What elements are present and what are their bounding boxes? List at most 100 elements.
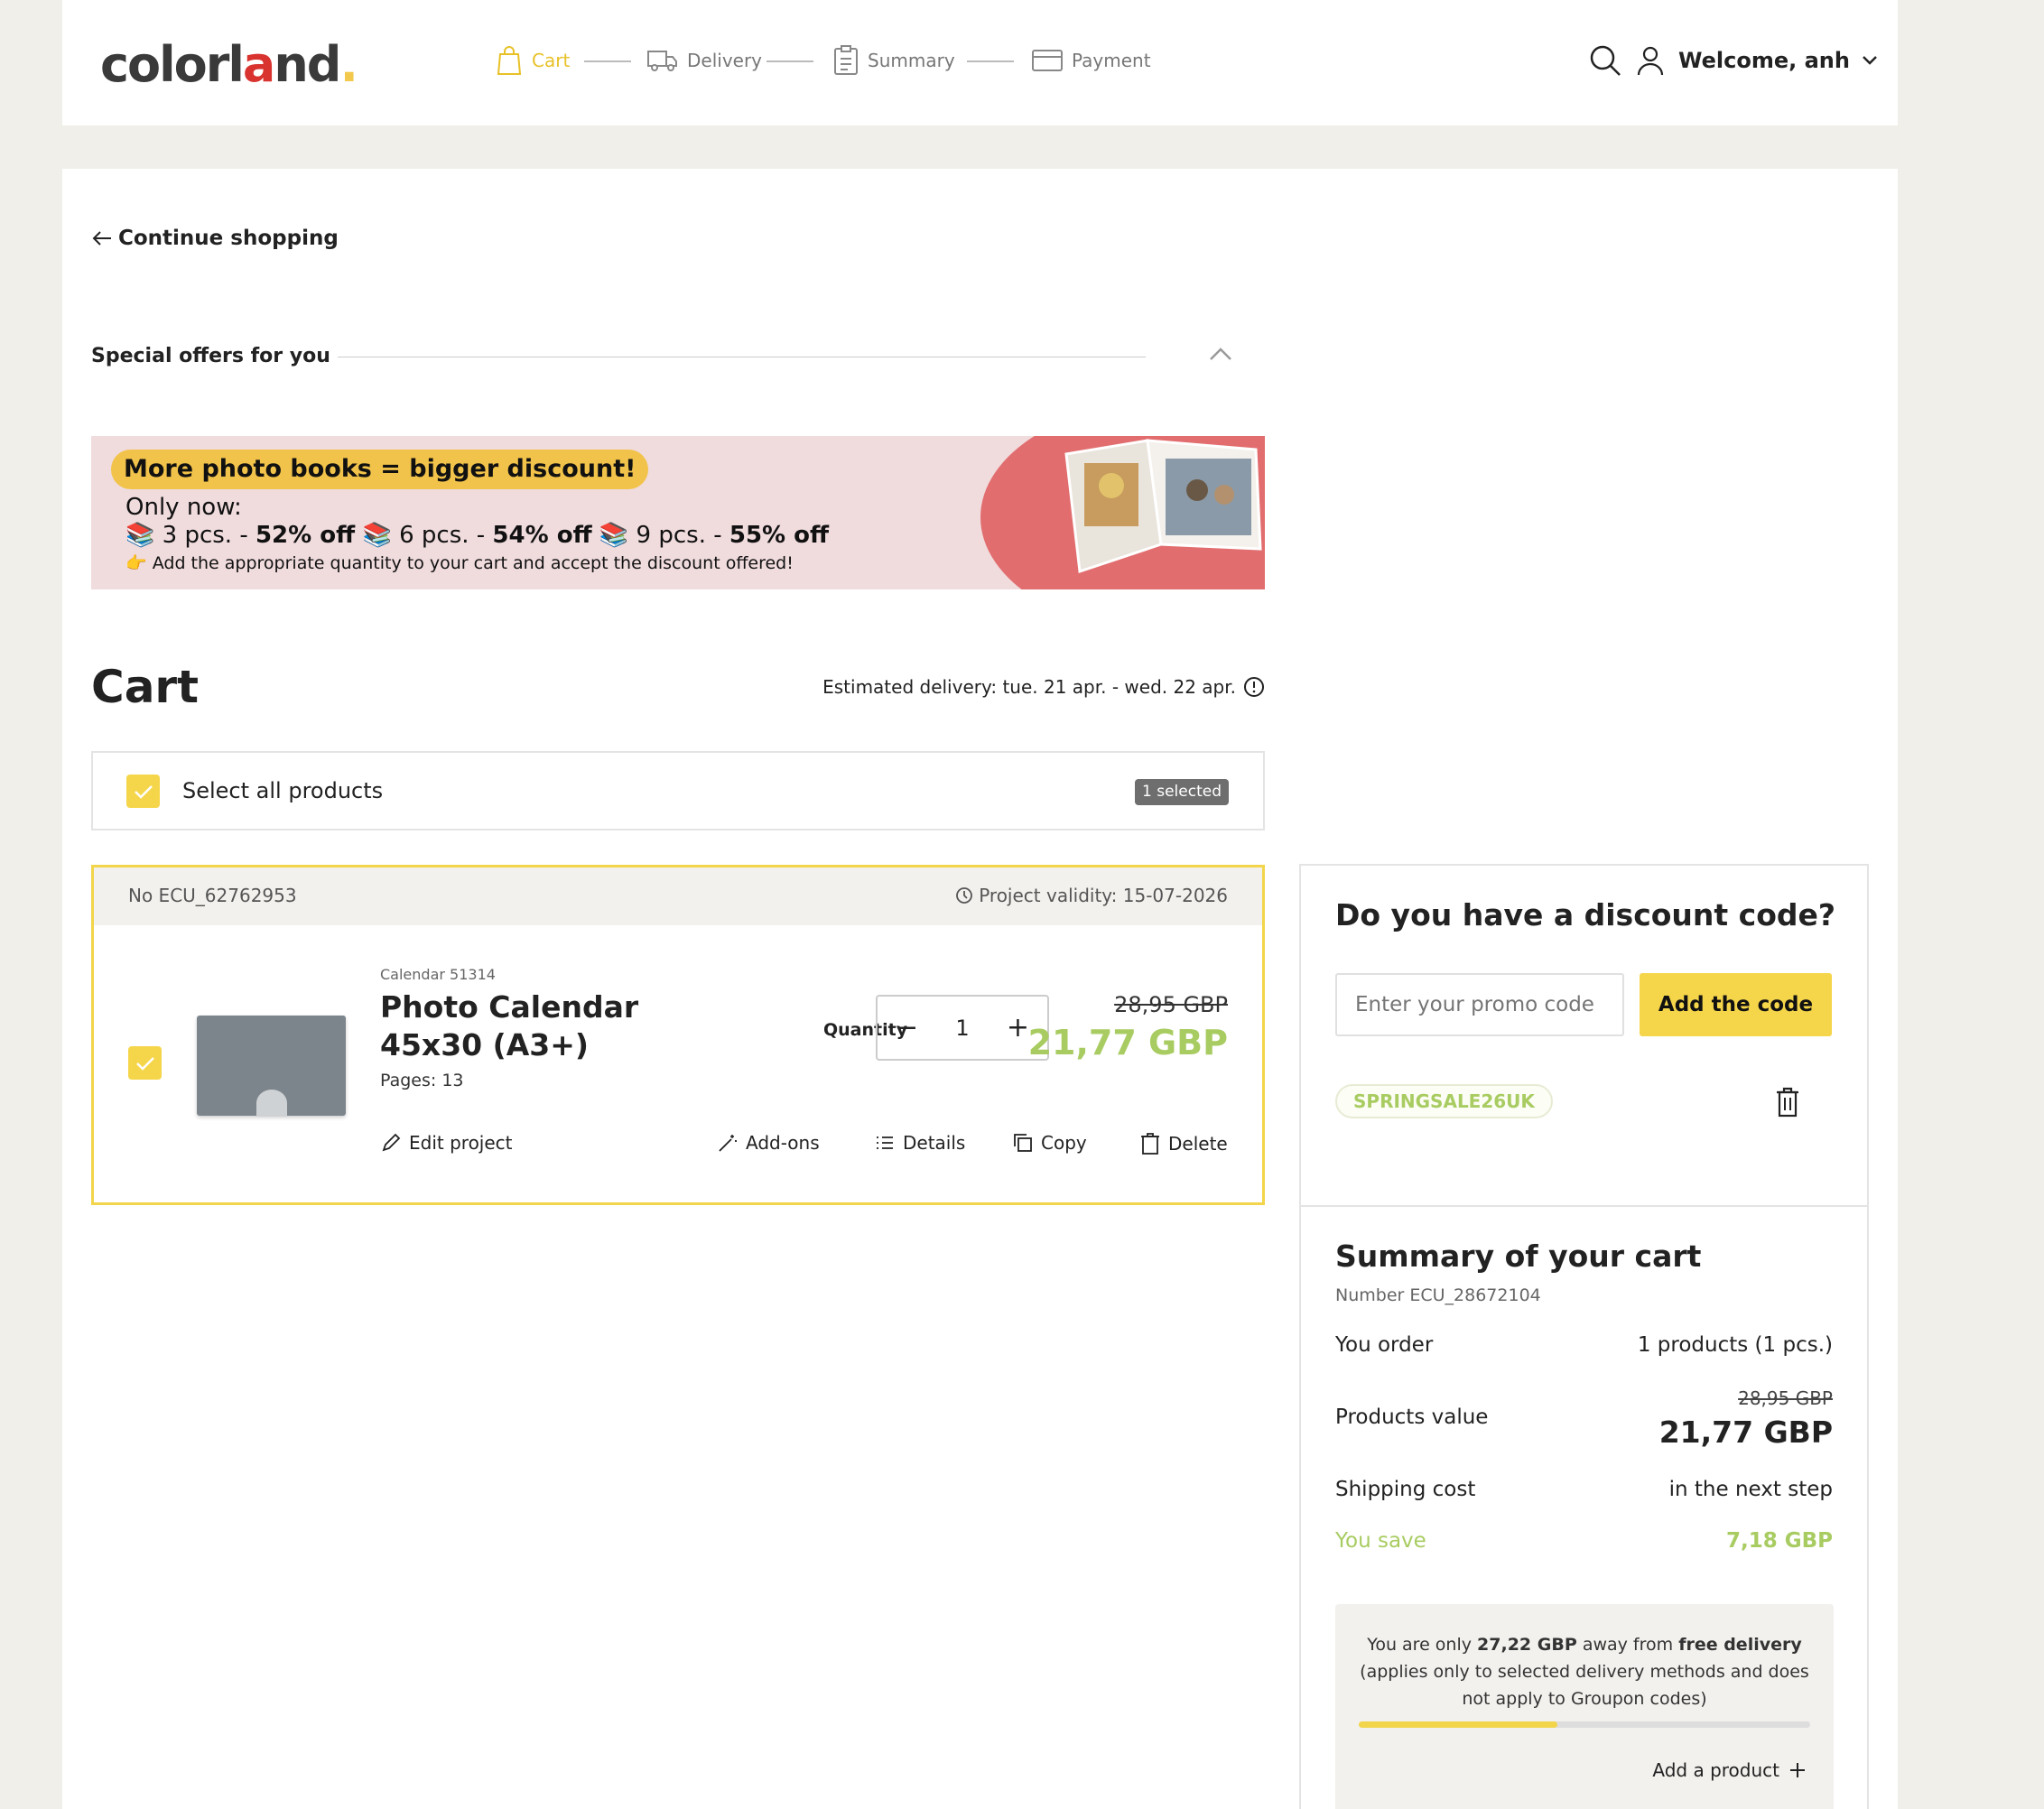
photo-book-image <box>1064 439 1262 574</box>
delete-label: Delete <box>1168 1133 1228 1155</box>
shipping-value: in the next step <box>1668 1478 1833 1501</box>
info-icon[interactable] <box>1243 676 1265 698</box>
select-all-checkbox[interactable] <box>126 775 160 808</box>
add-ons-label: Add-ons <box>746 1132 820 1154</box>
promo-code-input[interactable] <box>1335 973 1624 1036</box>
trash-icon[interactable] <box>1775 1087 1800 1118</box>
step-cart[interactable]: Cart <box>496 45 570 76</box>
summary-shipping-row: Shipping cost in the next step <box>1335 1478 1833 1501</box>
continue-shopping-link[interactable]: Continue shopping <box>91 227 339 250</box>
credit-card-icon <box>1032 50 1063 71</box>
banner-tiers: 📚 3 pcs. - 52% off 📚 6 pcs. - 54% off 📚 … <box>125 522 830 549</box>
details-label: Details <box>903 1132 966 1154</box>
summary-order-row: You order 1 products (1 pcs.) <box>1335 1333 1833 1357</box>
quantity-decrease-button[interactable]: − <box>896 1012 918 1044</box>
free-delivery-progress <box>1359 1721 1810 1728</box>
quantity-value[interactable]: 1 <box>955 1016 969 1041</box>
copy-button[interactable]: Copy <box>1012 1132 1087 1154</box>
products-value: 21,77 GBP <box>1658 1415 1833 1450</box>
quantity-stepper: − 1 + <box>876 995 1049 1061</box>
add-product-label: Add a product <box>1652 1759 1779 1781</box>
order-label: You order <box>1335 1333 1434 1357</box>
clipboard-icon <box>834 45 858 75</box>
edit-project-button[interactable]: Edit project <box>380 1132 513 1154</box>
step-payment[interactable]: Payment <box>1032 45 1151 76</box>
details-button[interactable]: Details <box>874 1132 965 1154</box>
chevron-down-icon[interactable] <box>1861 54 1879 67</box>
step-summary[interactable]: Summary <box>833 45 955 76</box>
pencil-icon <box>382 1133 401 1152</box>
copy-icon <box>1014 1134 1032 1152</box>
quantity-increase-button[interactable]: + <box>1007 1012 1029 1044</box>
applied-promo-code: SPRINGSALE26UK <box>1335 1084 1553 1118</box>
estimated-delivery: Estimated delivery: tue. 21 apr. - wed. … <box>822 676 1265 698</box>
colorland-logo[interactable]: colorland. <box>100 36 358 93</box>
thumbnail-decoration <box>256 1090 287 1117</box>
summary-number: Number ECU_28672104 <box>1335 1285 1541 1305</box>
arrow-left-icon <box>92 231 111 246</box>
project-validity-text: Project validity: 15-07-2026 <box>979 885 1228 906</box>
edit-project-label: Edit project <box>409 1132 513 1154</box>
discount-title: Do you have a discount code? <box>1335 897 1836 932</box>
check-icon <box>135 1056 154 1071</box>
books-icon: 📚 <box>599 522 629 549</box>
item-checkbox[interactable] <box>128 1046 162 1080</box>
magic-wand-icon <box>719 1135 737 1152</box>
shipping-label: Shipping cost <box>1335 1478 1476 1501</box>
check-icon <box>134 784 153 799</box>
cart-title: Cart <box>91 661 199 713</box>
cart-summary-card: Summary of your cart Number ECU_28672104… <box>1299 1205 1869 1809</box>
list-icon <box>877 1136 893 1149</box>
pointing-hand-icon: 👉 <box>125 553 147 573</box>
trash-icon <box>1141 1133 1159 1155</box>
current-price: 21,77 GBP <box>1027 1023 1228 1062</box>
add-product-button[interactable]: Add a product <box>1652 1759 1807 1781</box>
books-icon: 📚 <box>125 522 155 549</box>
step-divider <box>584 60 631 62</box>
special-offers-title: Special offers for you <box>91 345 330 367</box>
estimated-delivery-text: Estimated delivery: tue. 21 apr. - wed. … <box>822 676 1236 698</box>
progress-fill <box>1359 1721 1557 1728</box>
search-icon[interactable] <box>1588 43 1622 78</box>
step-cart-label: Cart <box>532 50 571 71</box>
step-delivery-label: Delivery <box>687 50 763 71</box>
bag-icon <box>497 46 522 75</box>
promo-banner[interactable]: More photo books = bigger discount! Only… <box>91 436 1265 589</box>
product-pages: Pages: 13 <box>380 1071 464 1090</box>
add-ons-button[interactable]: Add-ons <box>717 1132 820 1154</box>
project-validity: Project validity: 15-07-2026 <box>955 885 1228 906</box>
old-price: 28,95 GBP <box>1114 992 1228 1017</box>
clock-icon <box>956 887 973 904</box>
products-old-value: 28,95 GBP <box>1738 1387 1833 1409</box>
order-value: 1 products (1 pcs.) <box>1637 1333 1833 1357</box>
select-all-row: Select all products 1 selected <box>91 751 1265 830</box>
welcome-menu[interactable]: Welcome, anh <box>1678 48 1850 73</box>
banner-headline: More photo books = bigger discount! <box>111 450 649 489</box>
free-delivery-box: You are only 27,22 GBP away from free de… <box>1335 1604 1834 1809</box>
cart-item: No ECU_62762953 Project validity: 15-07-… <box>91 865 1265 1205</box>
step-summary-label: Summary <box>868 50 955 71</box>
copy-label: Copy <box>1041 1132 1087 1154</box>
delete-button[interactable]: Delete <box>1139 1132 1228 1155</box>
step-divider <box>967 60 1014 62</box>
savings-label: You save <box>1335 1529 1426 1553</box>
product-thumbnail[interactable] <box>197 1016 346 1117</box>
header-actions: Welcome, anh <box>1588 43 1879 78</box>
main-content: Continue shopping Special offers for you… <box>62 169 1898 1809</box>
selected-count-badge: 1 selected <box>1135 779 1229 805</box>
chevron-up-icon[interactable] <box>1208 346 1233 362</box>
free-delivery-text: You are only 27,22 GBP away from free de… <box>1360 1635 1809 1709</box>
banner-only-now: Only now: <box>125 494 242 521</box>
product-category: Calendar 51314 <box>380 966 496 983</box>
summary-title: Summary of your cart <box>1335 1238 1702 1274</box>
continue-shopping-label: Continue shopping <box>118 227 339 250</box>
banner-instruction: 👉 Add the appropriate quantity to your c… <box>125 553 794 573</box>
user-icon[interactable] <box>1637 45 1664 76</box>
step-payment-label: Payment <box>1072 50 1151 71</box>
step-delivery[interactable]: Delivery <box>647 45 762 76</box>
add-code-button[interactable]: Add the code <box>1640 973 1832 1036</box>
summary-savings-row: You save 7,18 GBP <box>1335 1529 1833 1553</box>
select-all-label: Select all products <box>182 778 384 803</box>
project-number: No ECU_62762953 <box>128 885 297 906</box>
cart-item-header: No ECU_62762953 Project validity: 15-07-… <box>94 867 1262 925</box>
